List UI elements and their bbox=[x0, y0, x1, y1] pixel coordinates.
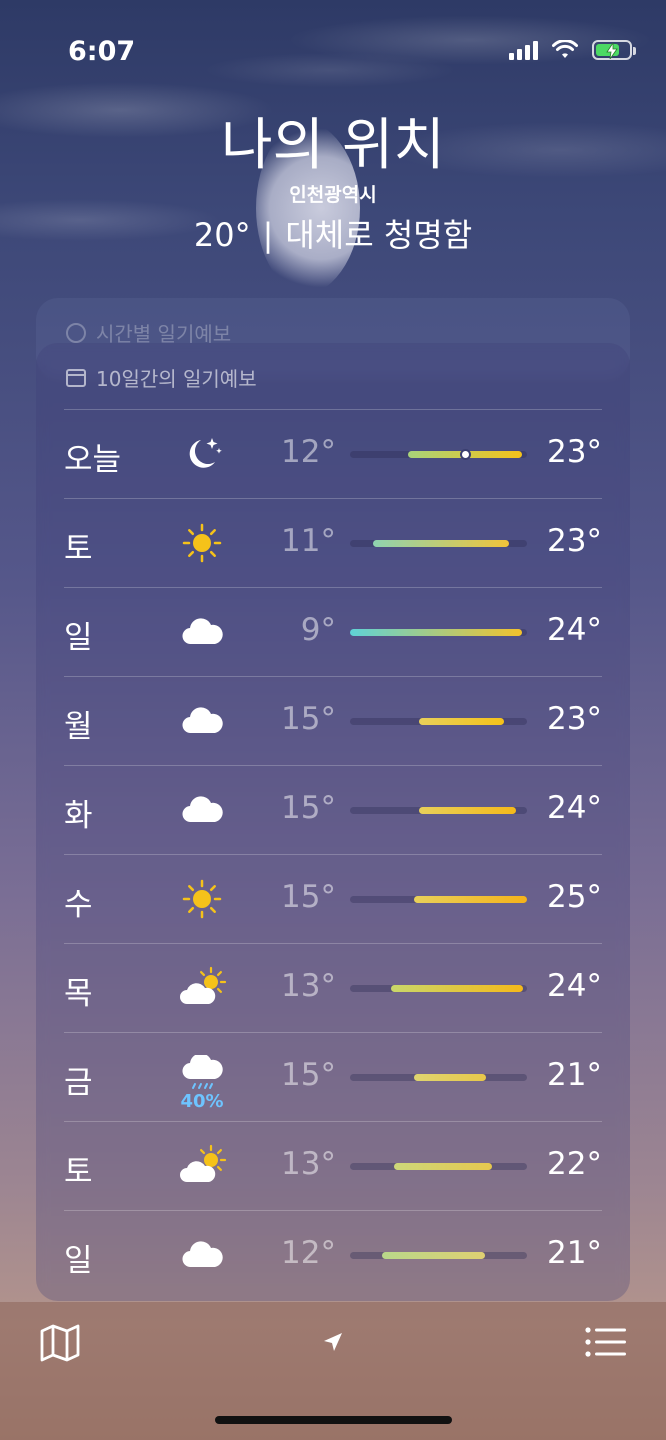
forecast-day: 토 bbox=[64, 531, 93, 567]
temp-range-track bbox=[350, 1252, 527, 1259]
forecast-high: 22° bbox=[547, 1146, 602, 1182]
forecast-day: 토 bbox=[64, 1154, 93, 1190]
forecast-row[interactable]: 목 13° 24° bbox=[64, 943, 602, 1032]
current-condition: 대체로 청명함 bbox=[285, 216, 473, 254]
separator: | bbox=[262, 216, 274, 254]
forecast-row[interactable]: 토 11° 23° bbox=[64, 498, 602, 587]
temp-range-track bbox=[350, 985, 527, 992]
cloud-icon bbox=[179, 610, 225, 654]
map-icon[interactable] bbox=[40, 1324, 80, 1362]
forecast-high: 23° bbox=[547, 523, 602, 559]
forecast-row[interactable]: 화 15° 24° bbox=[64, 765, 602, 854]
temp-range-bar bbox=[381, 1252, 485, 1259]
forecast-low: 12° bbox=[281, 1235, 336, 1271]
moon-stars-icon bbox=[179, 432, 225, 476]
forecast-day: 목 bbox=[64, 976, 93, 1012]
temp-range-track bbox=[350, 718, 527, 725]
forecast-row[interactable]: 월 15° 23° bbox=[64, 676, 602, 765]
forecast-rows: 오늘 12° 23° 토 11° 23° 일 9° 24° 월 15° 23° 화 15° 24° 수 15° 2… bbox=[64, 409, 602, 1299]
forecast-low: 15° bbox=[281, 790, 336, 826]
forecast-day: 화 bbox=[64, 798, 93, 834]
forecast-row[interactable]: 금 40% 15° 21° bbox=[64, 1032, 602, 1121]
forecast-high: 23° bbox=[547, 434, 602, 470]
forecast-high: 23° bbox=[547, 701, 602, 737]
temp-range-bar bbox=[394, 1163, 492, 1170]
forecast-low: 12° bbox=[281, 434, 336, 470]
cellular-signal-icon bbox=[509, 40, 538, 60]
battery-icon bbox=[592, 40, 636, 60]
status-icons bbox=[509, 40, 636, 60]
forecast-low: 15° bbox=[281, 879, 336, 915]
forecast-day: 수 bbox=[64, 887, 93, 923]
forecast-high: 24° bbox=[547, 790, 602, 826]
current-temp: 20° bbox=[193, 216, 251, 254]
ten-day-label: 10일간의 일기예보 bbox=[96, 367, 257, 391]
forecast-high: 21° bbox=[547, 1235, 602, 1271]
forecast-row[interactable]: 일 9° 24° bbox=[64, 587, 602, 676]
calendar-icon bbox=[66, 368, 86, 387]
temp-range-bar bbox=[419, 718, 504, 725]
ten-day-forecast-card[interactable]: 10일간의 일기예보 오늘 12° 23° 토 11° 23° 일 9° 24° 월 15° 23° 화… bbox=[36, 343, 630, 1301]
forecast-row[interactable]: 오늘 12° 23° bbox=[64, 409, 602, 498]
forecast-low: 15° bbox=[281, 1057, 336, 1093]
forecast-row[interactable]: 토 13° 22° bbox=[64, 1121, 602, 1210]
temp-range-bar bbox=[390, 985, 524, 992]
temp-range-track bbox=[350, 449, 527, 460]
temp-range-bar bbox=[373, 540, 510, 547]
temp-range-track bbox=[350, 896, 527, 903]
current-conditions: 20° | 대체로 청명함 bbox=[0, 210, 666, 256]
forecast-day: 금 bbox=[64, 1065, 93, 1101]
partly-cloudy-icon bbox=[179, 1144, 227, 1188]
list-icon[interactable] bbox=[585, 1326, 627, 1358]
partly-cloudy-icon bbox=[179, 966, 227, 1010]
location-title: 나의 위치 bbox=[221, 113, 445, 178]
temp-range-track bbox=[350, 540, 527, 547]
forecast-high: 25° bbox=[547, 879, 602, 915]
wifi-icon bbox=[552, 40, 578, 58]
temp-range-track bbox=[350, 1074, 527, 1081]
forecast-high: 21° bbox=[547, 1057, 602, 1093]
cloud-icon bbox=[179, 1233, 225, 1277]
temp-range-bar bbox=[413, 1074, 487, 1081]
forecast-day: 오늘 bbox=[64, 442, 122, 478]
cloud-icon bbox=[179, 788, 225, 832]
status-time: 6:07 bbox=[68, 36, 136, 67]
current-temp-dot bbox=[460, 449, 472, 460]
forecast-high: 24° bbox=[547, 968, 602, 1004]
forecast-low: 13° bbox=[281, 1146, 336, 1182]
temp-range-bar bbox=[413, 896, 527, 903]
temp-range-bar bbox=[350, 629, 522, 636]
forecast-row[interactable]: 일 12° 21° bbox=[64, 1210, 602, 1299]
forecast-row[interactable]: 수 15° 25° bbox=[64, 854, 602, 943]
forecast-low: 13° bbox=[281, 968, 336, 1004]
clock-icon bbox=[66, 322, 86, 343]
sun-icon bbox=[179, 877, 225, 921]
bottom-toolbar bbox=[0, 1302, 666, 1440]
forecast-low: 15° bbox=[281, 701, 336, 737]
sun-icon bbox=[179, 521, 225, 565]
forecast-low: 9° bbox=[300, 612, 336, 648]
temp-range-bar bbox=[419, 807, 517, 814]
home-indicator[interactable] bbox=[215, 1416, 452, 1424]
forecast-low: 11° bbox=[281, 523, 336, 559]
forecast-high: 24° bbox=[547, 612, 602, 648]
sublocation: 인천광역시 bbox=[289, 184, 377, 206]
temp-range-track bbox=[350, 629, 527, 636]
location-arrow-icon[interactable] bbox=[320, 1330, 346, 1356]
forecast-day: 일 bbox=[64, 1243, 93, 1279]
forecast-day: 일 bbox=[64, 620, 93, 656]
cloud-icon bbox=[179, 699, 225, 743]
precip-chance: 40% bbox=[180, 1091, 224, 1112]
temp-range-track bbox=[350, 1163, 527, 1170]
temp-range-track bbox=[350, 807, 527, 814]
forecast-day: 월 bbox=[64, 709, 93, 745]
